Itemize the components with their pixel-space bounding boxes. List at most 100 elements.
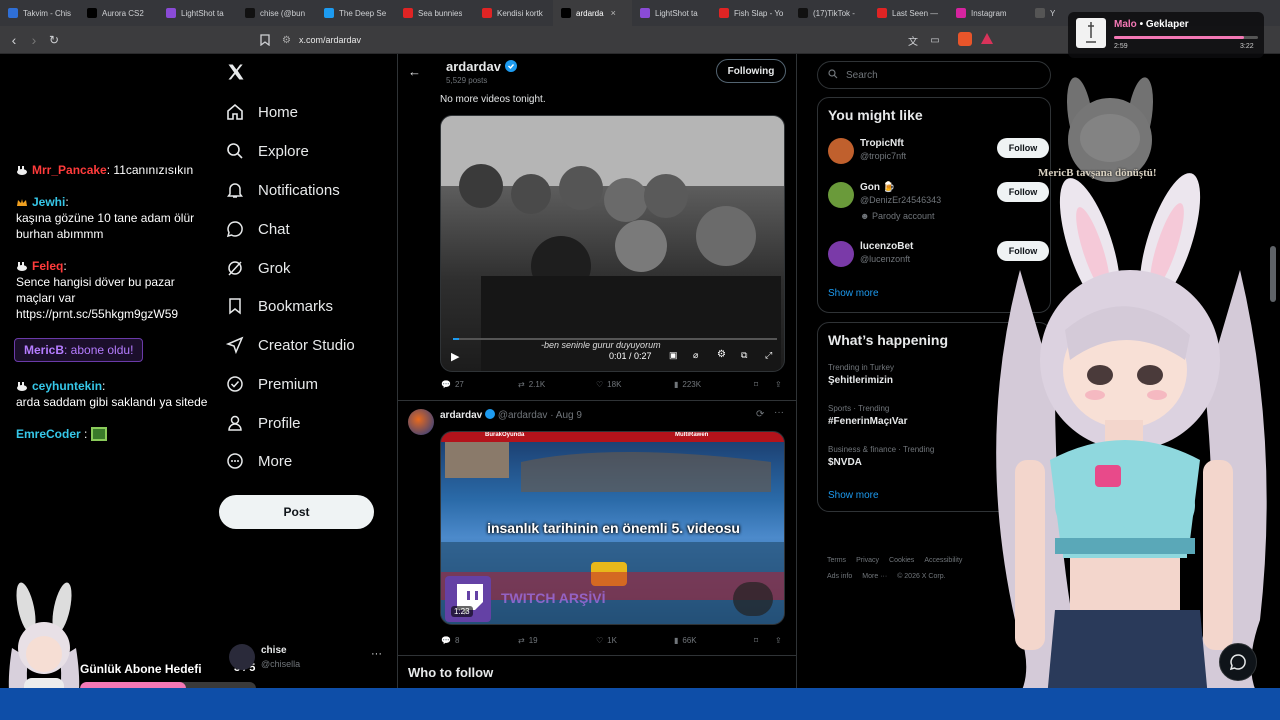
reload-icon[interactable]: ↻ [45, 31, 63, 49]
post[interactable]: No more videos tonight. -ben seninle gur… [398, 90, 796, 401]
tab-favicon-icon [403, 8, 413, 18]
chat-text: kaşına gözüne 10 tane adam ölür burhan a… [16, 211, 195, 241]
search-icon [226, 142, 244, 160]
nav-profile[interactable]: Profile [226, 409, 301, 437]
show-more-link[interactable]: Show more [828, 288, 879, 299]
rewards-icon[interactable] [980, 32, 994, 46]
reply-action[interactable]: 💬 27 [441, 380, 464, 389]
tab-favicon-icon [956, 8, 966, 18]
back-icon[interactable]: ‹ [5, 31, 23, 49]
views-action[interactable]: ▮ 223K [674, 380, 701, 389]
play-icon[interactable]: ▶ [451, 350, 459, 363]
pip-icon[interactable]: ⧉ [741, 350, 747, 361]
footer-link[interactable]: Cookies [889, 557, 914, 564]
browser-tab[interactable]: Aurora CS2 [79, 0, 158, 26]
fullscreen-icon[interactable]: ⤢ [765, 350, 772, 361]
browser-tab[interactable]: LightShot ta [632, 0, 711, 26]
like-action[interactable]: ♡ 18K [596, 380, 621, 389]
browser-tab[interactable]: Instagram [948, 0, 1027, 26]
nav-premium[interactable]: Premium [226, 370, 318, 398]
captions-icon[interactable]: ▣ [669, 350, 678, 361]
browser-tab[interactable]: ardarda × [553, 0, 632, 26]
messages-button[interactable] [1219, 643, 1257, 681]
tab-label: LightShot ta [655, 8, 698, 18]
nav-chat[interactable]: Chat [226, 215, 290, 243]
footer-link[interactable]: Ads info [827, 573, 852, 580]
footer-link[interactable]: More ··· [862, 573, 887, 580]
settings-gear-icon[interactable]: ⚙ [717, 349, 726, 360]
footer-link[interactable]: Privacy [856, 557, 879, 564]
browser-tab[interactable]: (17)TikTok - [790, 0, 869, 26]
cast-icon[interactable]: ▭ [926, 31, 944, 49]
browser-tab[interactable]: LightShot ta [158, 0, 237, 26]
reply-action[interactable]: 💬 8 [441, 636, 459, 645]
nav-explore[interactable]: Explore [226, 137, 309, 165]
browser-tab[interactable]: Sea bunnies [395, 0, 474, 26]
account-switcher[interactable]: chise @chisella ··· [229, 644, 389, 674]
site-settings-icon[interactable]: ⚙ [282, 35, 291, 46]
like-action[interactable]: ♡ 1K [596, 636, 617, 645]
share-icon[interactable]: ⇪ [775, 380, 782, 389]
video-seekbar[interactable] [453, 338, 777, 340]
translate-icon[interactable]: 文 [904, 31, 922, 49]
mute-icon[interactable]: ⌀ [693, 350, 698, 361]
scrollbar-thumb[interactable] [1270, 246, 1276, 302]
footer-link[interactable]: Terms [827, 557, 846, 564]
repost-action[interactable]: ⇄ 2.1K [518, 380, 545, 389]
bookmark-action-icon[interactable]: ⌑ [754, 636, 758, 645]
chat-message: Feleq: Sence hangisi döver bu pazar maçl… [16, 258, 216, 322]
user-name: Gon 🍺 [860, 182, 896, 193]
post[interactable]: ardardav @ardardav · Aug 9 ⟳ ··· BurakOy… [398, 401, 796, 656]
nav-creator-studio[interactable]: Creator Studio [226, 331, 355, 359]
twitch-archive-watermark: TWITCH ARŞİVİ [501, 590, 606, 606]
grok-icon [226, 259, 244, 277]
show-more-link[interactable]: Show more [828, 490, 879, 501]
nav-more[interactable]: More [226, 447, 292, 475]
avatar [828, 138, 854, 164]
post-button[interactable]: Post [219, 495, 374, 529]
repost-icon: ⇄ [518, 636, 525, 645]
more-dots-icon[interactable]: ··· [371, 648, 382, 660]
nav-bookmarks[interactable]: Bookmarks [226, 292, 333, 320]
nav-notifications[interactable]: Notifications [226, 176, 340, 204]
sub-alert-text: : abone oldu! [64, 343, 134, 357]
browser-tab[interactable]: Y [1027, 0, 1067, 26]
browser-tab[interactable]: The Deep Se [316, 0, 395, 26]
tab-close-icon[interactable]: × [611, 8, 616, 18]
grok-analyze-icon[interactable]: ⟳ [756, 409, 764, 420]
track-progress-fill [1114, 36, 1244, 39]
repost-icon: ⇄ [518, 380, 525, 389]
avatar [408, 409, 434, 435]
parody-text: Parody account [872, 211, 935, 221]
chat-username: EmreCoder [16, 427, 81, 441]
sub-alert-user: MericB [24, 343, 65, 357]
browser-tab[interactable]: Takvim - Chis [0, 0, 79, 26]
nav-grok[interactable]: Grok [226, 254, 291, 282]
address-bar[interactable]: ⚙ x.com/ardardav [282, 31, 962, 49]
bookmark-action-icon[interactable]: ⌑ [754, 380, 758, 389]
browser-tab[interactable]: Kendisi kortk [474, 0, 553, 26]
chat-username: Mrr_Pancake [32, 163, 107, 177]
following-button[interactable]: Following [716, 59, 786, 83]
x-logo-icon[interactable] [226, 62, 246, 82]
browser-tab[interactable]: Fish Slap - Yo [711, 0, 790, 26]
forward-icon[interactable]: › [25, 31, 43, 49]
share-icon[interactable]: ⇪ [775, 636, 782, 645]
page-scrollbar[interactable] [1270, 56, 1276, 306]
bookmark-page-icon[interactable] [256, 31, 274, 49]
browser-tab[interactable]: Last Seen — [869, 0, 948, 26]
repost-action[interactable]: ⇄ 19 [518, 636, 538, 645]
nav-home[interactable]: Home [226, 98, 298, 126]
video-player[interactable]: BurakOyunda MultiRawen insanlık tarihini… [440, 431, 785, 625]
brave-shield-icon[interactable] [958, 32, 972, 46]
video-player[interactable]: -ben seninle gurur duyuyorum ▶ 0:01 / 0:… [440, 115, 785, 372]
views-action[interactable]: ▮ 66K [674, 636, 697, 645]
browser-tab[interactable]: chise (@bun [237, 0, 316, 26]
bell-icon [226, 181, 244, 199]
chat-text: Sence hangisi döver bu pazar maçları var… [16, 275, 179, 321]
url-text[interactable]: x.com/ardardav [299, 35, 361, 45]
like-count: 18K [607, 380, 622, 389]
more-dots-icon[interactable]: ··· [774, 407, 784, 418]
track-progress-bar [1114, 36, 1258, 39]
back-arrow-icon[interactable]: ← [408, 64, 421, 79]
